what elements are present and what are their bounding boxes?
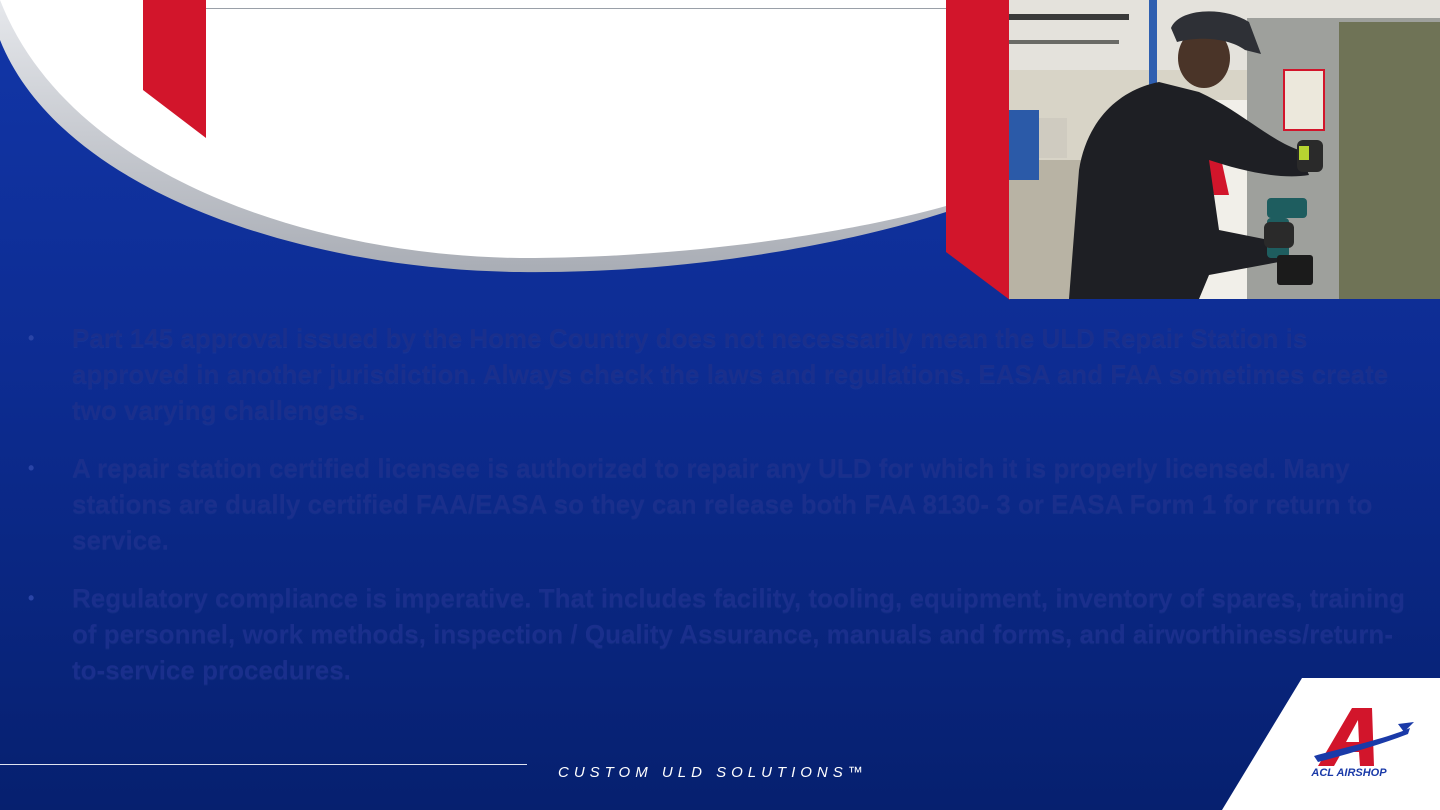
footer-rule-line	[0, 764, 527, 765]
footer-tagline: CUSTOM ULD SOLUTIONS™	[558, 764, 868, 781]
bullet-text: Part 145 approval issued by the Home Cou…	[72, 323, 1389, 425]
red-ribbon-left	[143, 0, 206, 138]
red-ribbon-right	[946, 0, 1010, 300]
bullet-marker: •	[28, 588, 35, 608]
bullet-marker: •	[28, 328, 35, 348]
slide: • Part 145 approval issued by the Home C…	[0, 0, 1440, 810]
bullet-item: • Regulatory compliance is imperative. T…	[28, 580, 1408, 688]
bullet-list: • Part 145 approval issued by the Home C…	[28, 320, 1408, 710]
bullet-marker: •	[28, 458, 35, 478]
technician-photo	[1009, 0, 1440, 299]
logo-panel	[1222, 678, 1440, 810]
technician-photo-illustration	[1009, 0, 1440, 299]
bullet-item: • A repair station certified licensee is…	[28, 450, 1408, 558]
logo-wordmark: ACL AIRSHOP	[1311, 767, 1387, 779]
bullet-item: • Part 145 approval issued by the Home C…	[28, 320, 1408, 428]
bullet-text: A repair station certified licensee is a…	[72, 453, 1373, 555]
top-rule-line	[206, 8, 946, 9]
bullet-text: Regulatory compliance is imperative. Tha…	[72, 583, 1406, 685]
